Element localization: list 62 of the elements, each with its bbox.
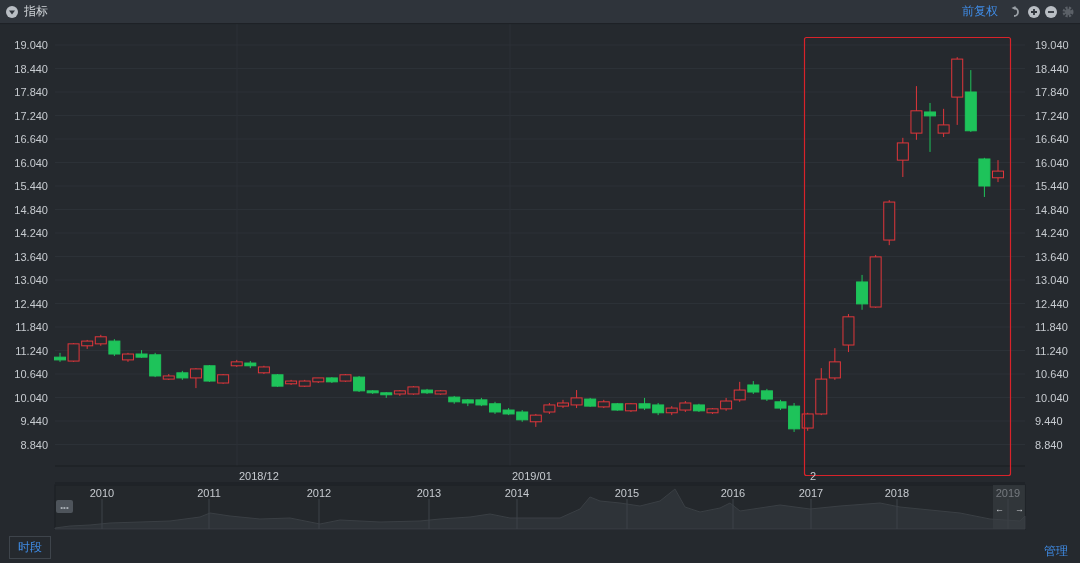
axis-label: 8.840 <box>20 438 48 451</box>
year-label: 2018 <box>884 487 910 499</box>
axis-label: 16.040 <box>14 156 48 169</box>
axis-label: 9.440 <box>20 415 48 427</box>
candlestick <box>54 352 66 363</box>
axis-label: 16.640 <box>1035 133 1069 145</box>
candlestick <box>189 367 202 389</box>
adjust-link[interactable]: 前复权 <box>962 3 998 20</box>
axis-label: 13.040 <box>1035 274 1069 286</box>
zoom-out-icon[interactable] <box>1045 5 1057 18</box>
axis-label: 17.240 <box>1035 109 1069 122</box>
axis-label: 13.640 <box>1035 250 1069 263</box>
axis-label: 18.440 <box>14 62 48 75</box>
axis-label: 12.440 <box>14 297 48 310</box>
axis-label: 18.440 <box>1035 62 1069 75</box>
collapse-icon[interactable] <box>6 5 18 18</box>
axis-label: 10.040 <box>1035 391 1069 404</box>
year-label: 2012 <box>306 487 332 499</box>
axis-label: 14.240 <box>1035 227 1069 239</box>
axis-label: 2019/01 <box>512 470 552 482</box>
year-label: 2014 <box>504 487 530 499</box>
axis-label: 11.840 <box>1035 321 1068 333</box>
axis-label: 16.640 <box>14 133 48 145</box>
axis-label: 10.640 <box>1035 368 1069 380</box>
manage-link[interactable]: 管理 <box>1044 542 1068 560</box>
axis-label: 2018/12 <box>239 470 279 482</box>
axis-label: 17.840 <box>1035 86 1069 98</box>
axis-label: 13.040 <box>14 274 48 286</box>
year-label: 2010 <box>89 487 115 499</box>
axis-label: 10.640 <box>14 368 48 380</box>
axis-label: 12.440 <box>1035 297 1069 310</box>
candlestick <box>924 102 937 153</box>
right-arrow[interactable]: → <box>1015 504 1024 514</box>
range-handle[interactable]: ••• <box>56 500 73 513</box>
year-label: 2011 <box>197 487 221 499</box>
axis-label: 16.040 <box>1035 156 1069 169</box>
year-label: 2015 <box>614 487 640 499</box>
axis-label: 11.240 <box>15 344 48 357</box>
axis-label: 17.840 <box>14 86 48 98</box>
period-button[interactable]: 时段 <box>9 535 51 559</box>
axis-label: 14.240 <box>14 227 48 239</box>
axis-label: 14.840 <box>1035 203 1069 216</box>
axis-label: 19.040 <box>14 39 48 51</box>
axis-label: 10.040 <box>14 391 48 404</box>
axis-label: 11.240 <box>1035 344 1068 357</box>
axis-label: 19.040 <box>1035 39 1069 51</box>
candlestick <box>856 274 869 311</box>
year-label: 2016 <box>720 487 746 499</box>
year-label: 2019 <box>995 487 1021 499</box>
axis-label: 15.440 <box>14 180 48 192</box>
axis-label: 15.440 <box>1035 180 1069 192</box>
axis-label: 11.840 <box>15 321 48 333</box>
axis-label: 14.840 <box>14 203 48 216</box>
year-label: 2013 <box>416 487 442 499</box>
left-arrow[interactable]: ← <box>995 504 1004 514</box>
year-label: 2017 <box>798 487 824 499</box>
zoom-in-icon[interactable] <box>1028 5 1040 18</box>
axis-label: 8.840 <box>1035 438 1063 451</box>
axis-label: 17.240 <box>14 109 48 122</box>
axis-label: 13.640 <box>14 250 48 263</box>
panel-title: 指标 <box>24 3 48 20</box>
axis-label: 9.440 <box>1035 415 1063 427</box>
